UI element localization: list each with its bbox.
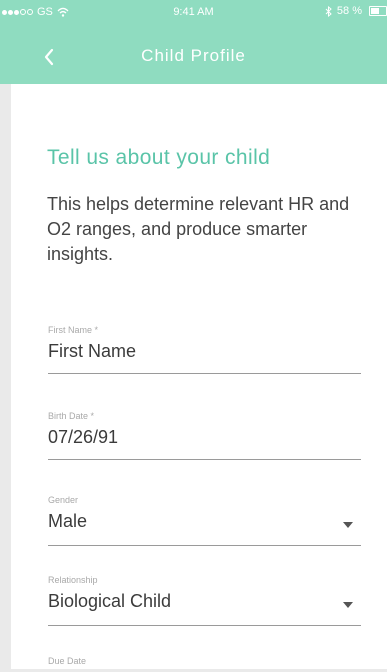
section-title: Tell us about your child — [47, 146, 271, 169]
birth-date-input[interactable]: 07/26/91 — [48, 427, 361, 448]
due-date-label: Due Date — [48, 656, 87, 666]
gender-field[interactable]: Gender Male — [48, 490, 361, 546]
status-bar: GS 9:41 AM 58 % — [0, 0, 387, 24]
header: GS 9:41 AM 58 % Child Profile — [0, 0, 387, 84]
battery-icon — [369, 6, 387, 16]
birth-date-field[interactable]: Birth Date * 07/26/91 — [48, 406, 361, 460]
dropdown-arrow-icon[interactable] — [343, 602, 353, 608]
page-title: Child Profile — [141, 46, 246, 65]
birth-date-underline — [48, 459, 361, 460]
nav-bar: Child Profile — [0, 40, 387, 74]
form-card: Tell us about your child This helps dete… — [11, 84, 387, 669]
gender-label: Gender — [48, 495, 79, 505]
first-name-field[interactable]: First Name * First Name — [48, 320, 361, 374]
first-name-input[interactable]: First Name — [48, 341, 361, 362]
battery-percent: 58 % — [336, 5, 362, 17]
relationship-select[interactable]: Biological Child — [48, 591, 361, 612]
relationship-underline — [48, 625, 361, 626]
first-name-underline — [48, 373, 361, 374]
gender-underline — [48, 545, 361, 546]
first-name-label: First Name * — [48, 325, 99, 335]
bluetooth-icon — [325, 5, 332, 17]
relationship-label: Relationship — [48, 575, 98, 585]
relationship-field[interactable]: Relationship Biological Child — [48, 570, 361, 626]
gender-select[interactable]: Male — [48, 511, 361, 532]
birth-date-label: Birth Date * — [48, 411, 95, 421]
section-description: This helps determine relevant HR and O2 … — [47, 194, 350, 264]
status-right: 58 % — [325, 5, 387, 17]
dropdown-arrow-icon[interactable] — [343, 522, 353, 528]
